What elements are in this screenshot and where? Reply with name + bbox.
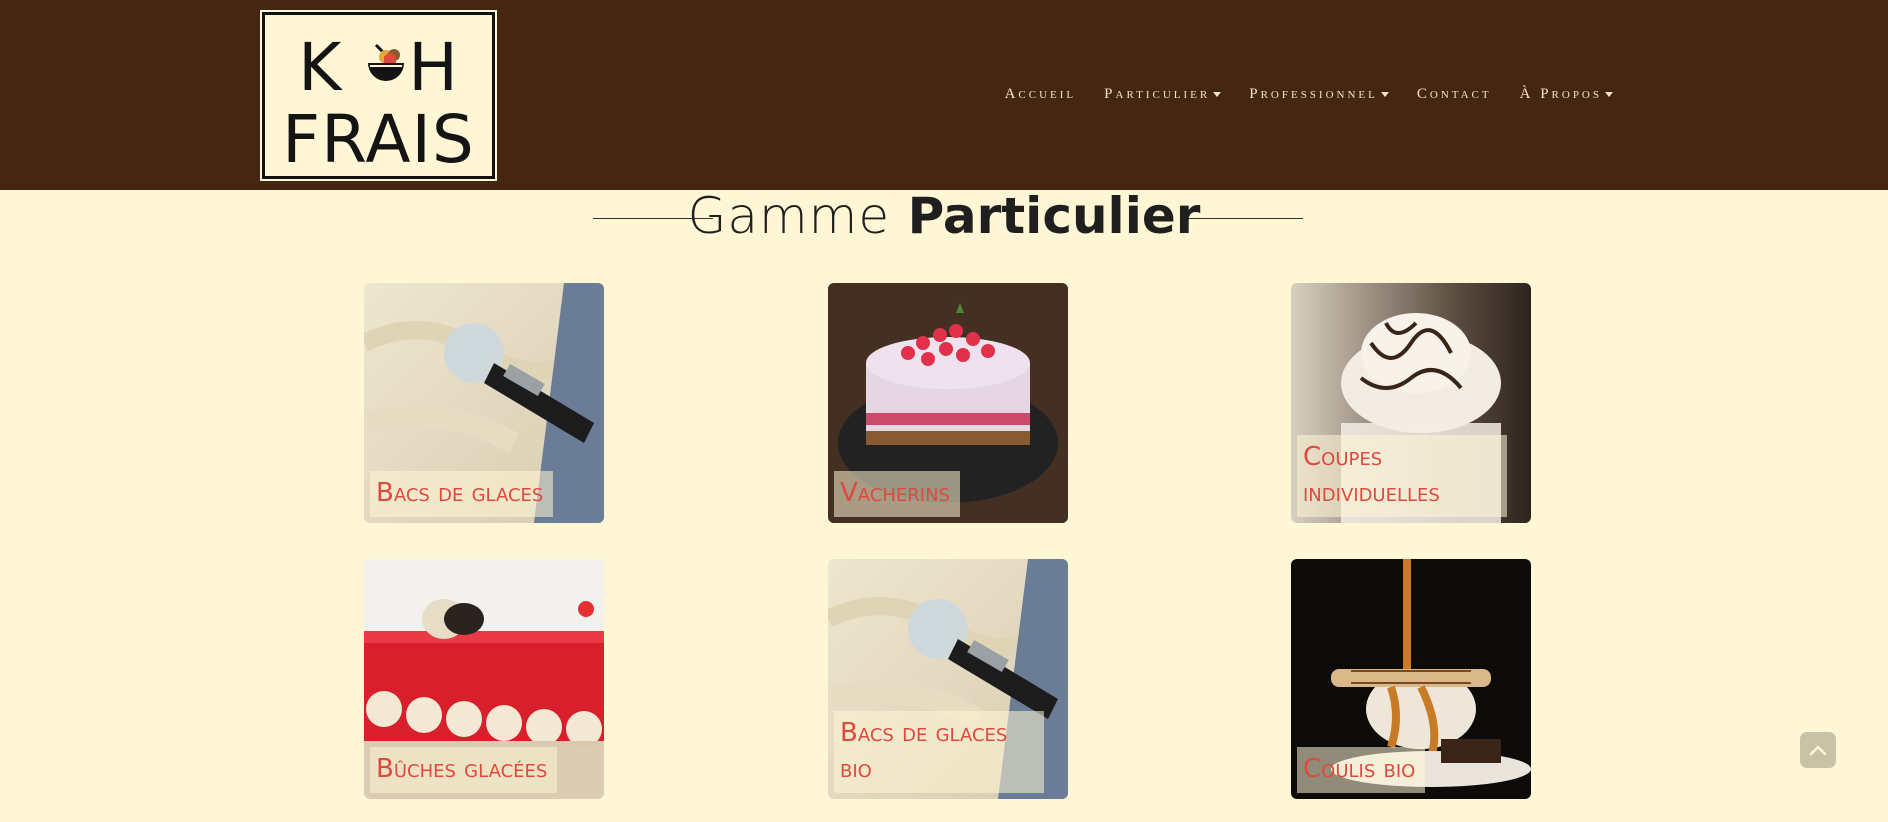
main-nav: Accueil Particulier Professionnel Contac… [1005,86,1613,103]
page-title: Gamme Particulier [0,186,1888,246]
nav-a-propos-label: À Propos [1519,86,1602,102]
logo-line-frais: FRAIS [282,101,475,178]
logo-bowl-icon [368,43,404,81]
card-label: Bacs de glaces bio [834,711,1044,793]
page-title-light: Gamme [687,187,891,245]
site-header: K H FRAIS Accueil Particulier Profession… [0,0,1888,190]
caret-down-icon [1213,92,1222,97]
nav-contact[interactable]: Contact [1417,86,1492,103]
nav-particulier[interactable]: Particulier [1104,86,1222,103]
product-card-bacs-de-glaces-bio[interactable]: Bacs de glaces bio [828,559,1068,799]
card-label: Coulis bio [1297,747,1426,793]
nav-a-propos[interactable]: À Propos [1520,86,1613,103]
product-card-buches-glacees[interactable]: Bûches glacées [364,559,604,799]
caret-down-icon [1380,92,1389,97]
back-to-top-button[interactable] [1800,732,1836,768]
nav-contact-label: Contact [1416,86,1492,102]
caret-down-icon [1605,92,1613,97]
card-label: Bacs de glaces [370,471,554,517]
nav-particulier-label: Particulier [1104,86,1211,102]
nav-professionnel[interactable]: Professionnel [1249,86,1389,103]
page-title-bold: Particulier [907,187,1201,245]
product-card-bacs-de-glaces[interactable]: Bacs de glaces [364,283,604,523]
product-card-vacherins[interactable]: Vacherins [828,283,1068,523]
card-label: Bûches glacées [370,747,558,793]
nav-accueil[interactable]: Accueil [1005,86,1077,103]
site-logo[interactable]: K H FRAIS [260,10,497,181]
product-card-coupes-individuelles[interactable]: Coupes individuelles [1291,283,1531,523]
nav-professionnel-label: Professionnel [1249,86,1378,102]
product-card-coulis-bio[interactable]: Coulis bio [1291,559,1531,799]
card-label: Vacherins [834,471,960,517]
card-label: Coupes individuelles [1297,435,1507,517]
chevron-up-icon [1809,745,1827,756]
nav-accueil-label: Accueil [1004,86,1077,102]
